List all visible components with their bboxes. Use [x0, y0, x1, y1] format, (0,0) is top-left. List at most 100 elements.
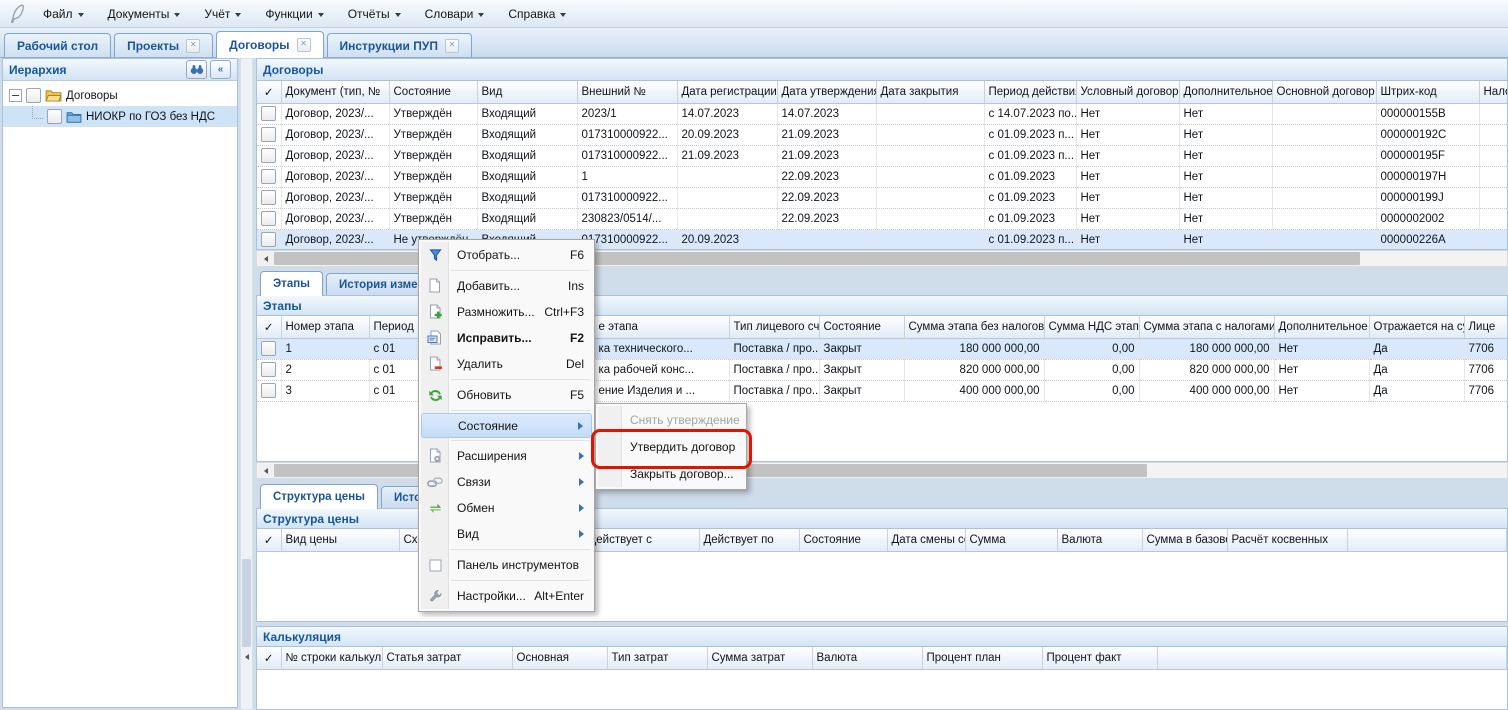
column-header[interactable]: Документ (тип, № — [281, 81, 389, 103]
row-checkbox[interactable] — [261, 169, 276, 184]
row-check-cell[interactable] — [257, 124, 281, 145]
row-checkbox[interactable] — [261, 383, 276, 398]
column-header[interactable]: Вид цены — [281, 529, 399, 551]
row-checkbox[interactable] — [261, 190, 276, 205]
row-check-cell[interactable] — [257, 166, 281, 187]
column-header[interactable]: Дата закрытия — [876, 81, 984, 103]
main-tab[interactable]: Договоры✕ — [216, 31, 323, 58]
table-row[interactable]: Договор, 2023/...УтверждёнВходящий017310… — [257, 187, 1508, 208]
scroll-left-arrow-icon[interactable] — [258, 464, 273, 477]
close-icon[interactable]: ✕ — [297, 38, 311, 52]
column-header[interactable]: Сумма НДС этапа — [1044, 316, 1139, 338]
row-check-cell[interactable] — [257, 145, 281, 166]
column-header[interactable]: Лице — [1464, 316, 1508, 338]
close-icon[interactable]: ✕ — [186, 39, 200, 53]
menubar-item[interactable]: Документы — [97, 4, 192, 24]
table-row[interactable]: Договор, 2023/...УтверждёнВходящий017310… — [257, 124, 1508, 145]
context-menu-item[interactable]: ОбновитьF5 — [421, 382, 592, 408]
column-header[interactable]: Штрих-код — [1376, 81, 1479, 103]
main-tab[interactable]: Инструкции ПУП✕ — [327, 33, 472, 57]
column-header[interactable]: ✓ — [257, 81, 281, 103]
row-check-cell[interactable] — [257, 338, 281, 359]
context-menu-item[interactable]: Расширения — [421, 443, 592, 469]
context-menu-item[interactable]: Панель инструментов — [421, 552, 592, 578]
column-header[interactable]: Тип лицевого счёт — [729, 316, 819, 338]
row-check-cell[interactable] — [257, 380, 281, 401]
column-header[interactable]: Номер этапа — [281, 316, 369, 338]
menubar-item[interactable]: Справка — [497, 4, 577, 24]
column-header[interactable]: Действует по — [699, 529, 799, 551]
column-header[interactable]: Сумма в базовой в — [1142, 529, 1227, 551]
row-check-cell[interactable] — [257, 208, 281, 229]
table-row[interactable]: Договор, 2023/...УтверждёнВходящий017310… — [257, 145, 1508, 166]
column-header[interactable]: Тип затрат — [607, 647, 707, 669]
section-tab[interactable]: Структура цены — [260, 484, 378, 509]
column-header[interactable]: Сумма этапа с налогами — [1139, 316, 1274, 338]
row-checkbox[interactable] — [261, 211, 276, 226]
column-header[interactable]: Расчёт косвенных — [1227, 529, 1347, 551]
tree-checkbox[interactable] — [26, 88, 41, 103]
column-header[interactable]: Состояние — [389, 81, 477, 103]
vertical-scrollbar[interactable] — [240, 58, 253, 710]
context-menu-item[interactable]: Исправить...F2 — [421, 325, 592, 351]
menubar-item[interactable]: Функции — [254, 4, 334, 24]
tree-checkbox[interactable] — [47, 109, 62, 124]
column-header[interactable]: Процент факт — [1042, 647, 1157, 669]
column-header[interactable]: Основная — [512, 647, 607, 669]
menubar-item[interactable]: Отчёты — [337, 4, 412, 24]
scrollbar-arrow-icon[interactable] — [242, 651, 252, 663]
column-header[interactable]: Дата смены состоя — [887, 529, 965, 551]
column-header[interactable]: Условный договор — [1076, 81, 1179, 103]
column-header[interactable]: Отражается на сум — [1369, 316, 1464, 338]
column-header[interactable]: Дополнительное с — [1179, 81, 1272, 103]
column-header[interactable]: Действует с — [584, 529, 699, 551]
main-tab[interactable]: Рабочий стол — [4, 33, 111, 57]
context-menu-item[interactable]: УдалитьDel — [421, 351, 592, 377]
context-menu-item[interactable]: Добавить...Ins — [421, 273, 592, 299]
table-row[interactable]: Договор, 2023/...УтверждёнВходящий2023/1… — [257, 103, 1508, 124]
row-check-cell[interactable] — [257, 187, 281, 208]
tree-node-contracts[interactable]: Договоры — [3, 85, 237, 106]
search-binoculars-button[interactable] — [186, 60, 207, 79]
submenu-item[interactable]: Утвердить договор — [598, 433, 744, 460]
column-header[interactable]: Состояние — [819, 316, 904, 338]
column-header[interactable]: ✓ — [257, 529, 281, 551]
vertical-scrollbar-thumb[interactable] — [242, 559, 251, 647]
column-header[interactable]: Процент план — [922, 647, 1042, 669]
column-header[interactable]: ✓ — [257, 316, 281, 338]
context-menu-item[interactable]: Настройки...Alt+Enter — [421, 583, 592, 609]
main-tab[interactable]: Проекты✕ — [114, 33, 213, 57]
column-header[interactable]: Валюта — [1057, 529, 1142, 551]
column-header[interactable]: Дата регистрации. — [677, 81, 777, 103]
table-row[interactable]: Договор, 2023/...УтверждёнВходящий230823… — [257, 208, 1508, 229]
table-row[interactable]: Договор, 2023/...УтверждёнВходящий122.09… — [257, 166, 1508, 187]
row-checkbox[interactable] — [261, 362, 276, 377]
column-header[interactable]: Статья затрат — [382, 647, 512, 669]
column-header[interactable]: Вид — [477, 81, 577, 103]
collapse-minus-icon[interactable] — [9, 89, 22, 102]
collapse-panel-button[interactable]: « — [210, 60, 231, 79]
context-menu-item[interactable]: Отобрать...F6 — [421, 242, 592, 268]
tree-node-niokr[interactable]: НИОКР по ГОЗ без НДС — [3, 106, 237, 127]
column-header[interactable]: Сумма — [965, 529, 1057, 551]
submenu-item[interactable]: Закрыть договор... — [598, 460, 744, 487]
section-tab[interactable]: Этапы — [260, 271, 323, 296]
row-checkbox[interactable] — [261, 341, 276, 356]
column-header[interactable]: Валюта — [812, 647, 922, 669]
column-header[interactable]: Дополнительное с — [1274, 316, 1369, 338]
column-header[interactable]: Сумма этапа без налогов — [904, 316, 1044, 338]
column-header[interactable]: Основной договор — [1272, 81, 1376, 103]
column-header[interactable]: Внешний № — [577, 81, 677, 103]
column-header[interactable]: № строки калькул — [281, 647, 382, 669]
menubar-item[interactable]: Учёт — [193, 4, 252, 24]
row-check-cell[interactable] — [257, 103, 281, 124]
context-menu-item[interactable]: Связи — [421, 469, 592, 495]
menubar-item[interactable]: Файл — [32, 4, 95, 24]
column-header[interactable]: Период действия.. — [984, 81, 1076, 103]
row-checkbox[interactable] — [261, 148, 276, 163]
tree-node-label[interactable]: НИОКР по ГОЗ без НДС — [86, 111, 215, 123]
column-header[interactable]: Нало — [1479, 81, 1508, 103]
context-menu-item[interactable]: Размножить...Ctrl+F3 — [421, 299, 592, 325]
column-header[interactable]: Состояние — [799, 529, 887, 551]
row-checkbox[interactable] — [261, 127, 276, 142]
